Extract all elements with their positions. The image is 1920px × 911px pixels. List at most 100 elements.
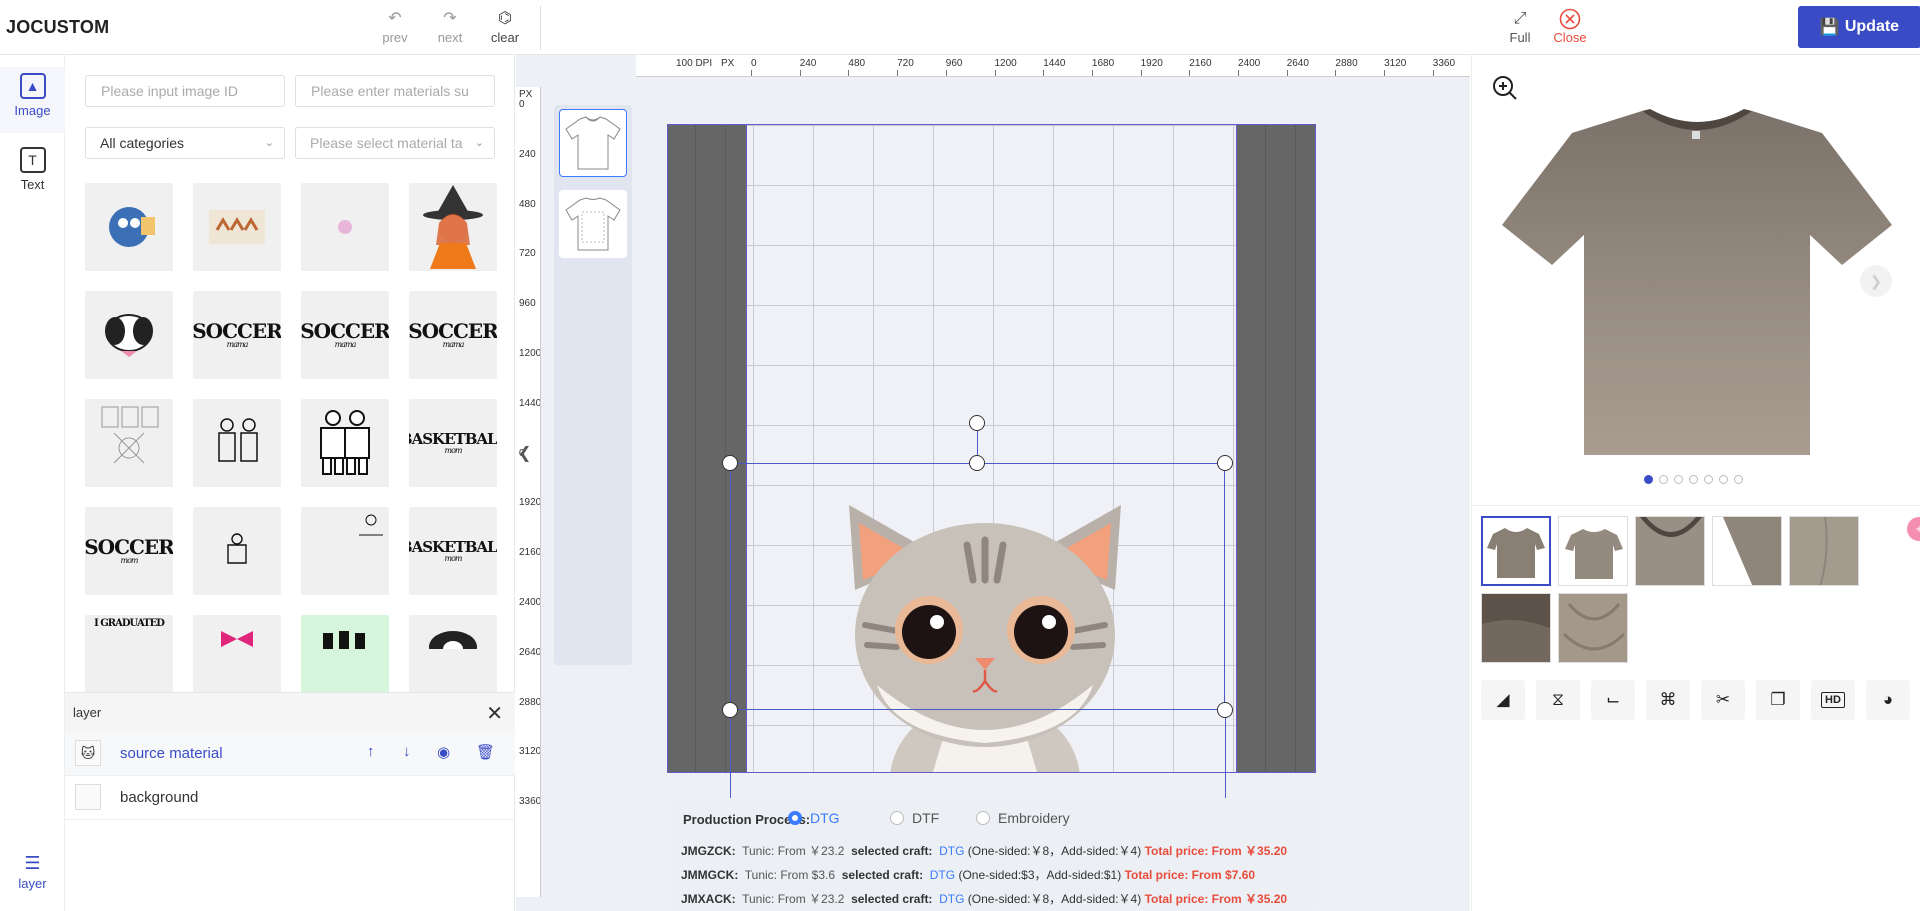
material-thumb[interactable] [301,507,389,595]
material-thumb[interactable] [85,291,173,379]
ruler-left: PX 0 240 480 720 960 1200 1440 0 1920 2160 2400 2640… [516,87,541,897]
material-thumb[interactable]: BASKETBALLmom [409,507,497,595]
gallery-thumb[interactable] [1635,516,1705,586]
craft-value: DTG [939,844,965,858]
material-thumb[interactable] [301,399,389,487]
prev-button[interactable]: ↶ prev [372,8,418,45]
material-thumb[interactable] [85,183,173,271]
brand-logo: JOCUSTOM [6,17,110,37]
move-down-icon[interactable]: ↓ [403,743,411,760]
plus-icon[interactable]: + [1907,517,1920,541]
resize-handle-bl[interactable] [722,702,738,718]
carousel-dot[interactable] [1719,475,1728,484]
rail-layer-tab[interactable]: ☰ layer [0,853,65,903]
material-tag-select[interactable]: Please select material ta ⌄ [295,127,495,159]
material-thumb[interactable]: BASKETBALLmom [409,399,497,487]
material-thumb[interactable]: SOCCER mama [193,291,281,379]
gallery-thumb[interactable] [1481,593,1551,663]
material-thumb[interactable]: SOCCER mama [301,291,389,379]
ruler-tick [1335,70,1337,76]
ruler-tick-label: 1440 [519,397,541,409]
radio-label: DTG [810,810,840,826]
close-label: Close [1553,30,1587,45]
material-thumb[interactable] [409,615,497,703]
back-view-thumb[interactable] [559,190,627,258]
total-price: Total price: From ￥35.20 [1144,844,1288,858]
material-thumb[interactable] [85,399,173,487]
resize-handle-top[interactable] [969,455,985,471]
radio-dot-icon [788,811,802,825]
material-thumb[interactable] [193,183,281,271]
hd-button[interactable]: HD [1811,680,1855,720]
material-thumb[interactable]: I GRADUATED [85,615,173,703]
ruler-tick [1432,70,1434,76]
flip-horizontal-button[interactable]: ◢ [1481,680,1525,720]
carousel-dot[interactable] [1689,475,1698,484]
zoom-in-icon[interactable] [1492,75,1518,107]
carousel-dot[interactable] [1734,475,1743,484]
layer-row-background[interactable]: background [65,776,515,820]
category-select[interactable]: All categories ⌄ [85,127,285,159]
materials-search-input[interactable] [295,75,495,107]
craft-label: selected craft: [841,868,924,882]
gallery-thumb[interactable] [1789,516,1859,586]
close-button[interactable]: Close [1547,8,1593,45]
carousel-dot[interactable] [1659,475,1668,484]
ruler-tick-label: 3120 [519,746,541,758]
gallery-thumb[interactable] [1558,593,1628,663]
resize-handle-tr[interactable] [1217,455,1233,471]
image-id-input[interactable] [85,75,285,107]
material-thumb[interactable] [193,399,281,487]
gallery-thumb[interactable] [1481,516,1551,586]
eye-icon[interactable]: ◉ [437,743,450,761]
carousel-dot[interactable] [1644,475,1653,484]
ruler-tick-label: 2640 [519,646,541,658]
rotate-handle[interactable] [969,415,985,431]
carousel-dot[interactable] [1674,475,1683,484]
remove-bg-button[interactable]: ◕ [1866,680,1910,720]
radio-dot-icon [976,811,990,825]
material-thumb[interactable]: SOCCER mom [85,507,173,595]
resize-handle-tl[interactable] [722,455,738,471]
material-thumb[interactable] [409,183,497,271]
material-panel: All categories ⌄ Please select material … [65,55,515,911]
flip-vertical-button[interactable]: ⧖ [1536,680,1580,720]
divider [1472,505,1920,506]
update-button[interactable]: 💾 Update [1798,6,1920,48]
clear-button[interactable]: ⌬ clear [482,8,528,45]
chevron-left-icon[interactable]: ❮ [518,443,531,463]
rail-text-tab[interactable]: T Text [0,141,65,201]
product-code: JMGZCK: [681,844,736,858]
carousel-dot[interactable] [1704,475,1713,484]
trash-icon[interactable]: 🗑 [476,743,495,761]
price-line: JMXACK: Tunic: From ￥23.2 selected craft… [681,890,1287,907]
product-preview-panel: ❯ + ◢ ⧖ ⌙ ⌘ ✂ ❐ HD ◕ [1471,55,1920,911]
selection-box[interactable] [730,463,1225,710]
align-right-button[interactable]: ⌘ [1646,680,1690,720]
front-view-thumb[interactable] [559,109,627,177]
layer-row-source[interactable]: 🐱 source material ↑ ↓ ◉ 🗑 [65,732,515,776]
material-thumb[interactable] [193,507,281,595]
gallery-thumb[interactable] [1712,516,1782,586]
radio-dtg[interactable]: DTG [788,810,840,826]
material-thumb[interactable] [301,183,389,271]
align-left-button[interactable]: ⌙ [1591,680,1635,720]
radio-dtf[interactable]: DTF [890,810,939,826]
radio-label: DTF [912,810,940,826]
material-thumb[interactable] [301,615,389,703]
rail-image-tab[interactable]: ▲ Image [0,67,65,133]
gallery-thumb[interactable] [1558,516,1628,586]
material-thumb[interactable]: SOCCER mama [409,291,497,379]
radio-embroidery[interactable]: Embroidery [976,810,1070,826]
copy-button[interactable]: ❐ [1756,680,1800,720]
next-button[interactable]: ↷ next [427,8,473,45]
ruler-tick [1286,70,1288,76]
close-icon[interactable]: ✕ [486,701,503,726]
chevron-right-icon[interactable]: ❯ [1860,265,1892,297]
cut-button[interactable]: ✂ [1701,680,1745,720]
ruler-tick [1189,70,1191,76]
fullscreen-button[interactable]: ⤢ Full [1497,8,1543,45]
material-thumb[interactable] [193,615,281,703]
resize-handle-br[interactable] [1217,702,1233,718]
move-up-icon[interactable]: ↑ [367,743,375,760]
